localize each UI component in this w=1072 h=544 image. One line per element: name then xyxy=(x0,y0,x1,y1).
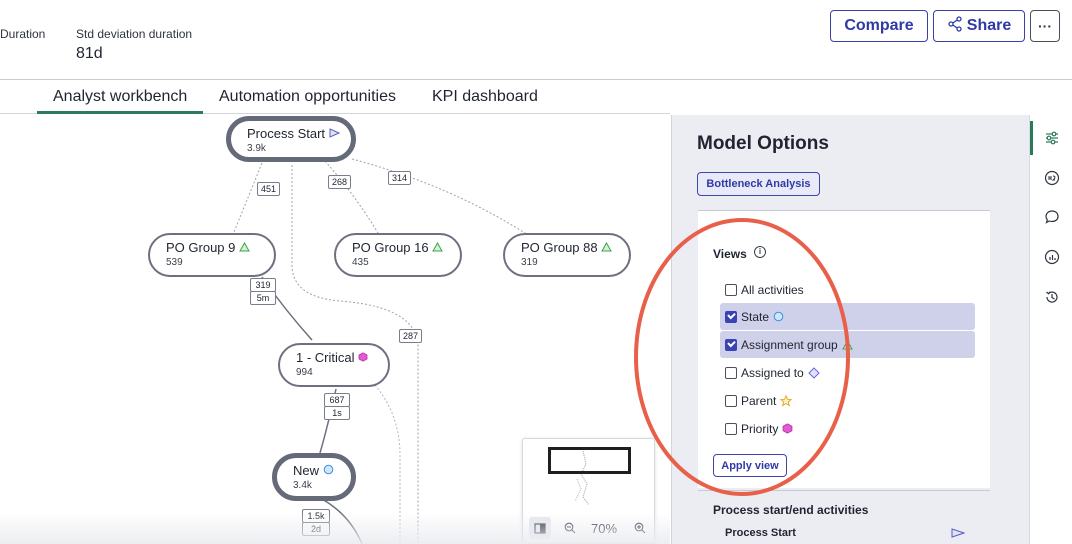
edge-label: 287 xyxy=(399,329,423,343)
stat-std-deviation-value: 81d xyxy=(76,45,103,62)
edge-start-po9 xyxy=(231,162,263,238)
comment-icon[interactable] xyxy=(1043,208,1061,226)
edge-label: 1s xyxy=(324,406,350,420)
tab-analyst-workbench[interactable]: Analyst workbench xyxy=(53,88,187,106)
data-badge-icon[interactable] xyxy=(1043,169,1061,187)
zoom-level: 70% xyxy=(591,520,618,536)
header-bar: Duration Std deviation duration 81d Comp… xyxy=(0,0,1072,80)
share-label: Share xyxy=(966,17,1012,34)
node-title: PO Group 16 xyxy=(352,240,429,255)
zoom-in-icon[interactable] xyxy=(631,522,649,534)
minimap-viewport[interactable] xyxy=(548,447,631,474)
graph-node-po-group-88[interactable]: PO Group 88 319 xyxy=(503,233,631,277)
play-triangle-icon xyxy=(329,126,340,141)
share-icon xyxy=(947,15,963,37)
active-rail-indicator xyxy=(1030,121,1033,155)
graph-node-new[interactable]: New 3.4k xyxy=(272,453,356,501)
active-tab-indicator xyxy=(37,111,203,114)
minimap-controls: 70% xyxy=(523,511,656,544)
play-triangle-icon xyxy=(951,525,966,543)
blue-circle-icon xyxy=(323,463,334,478)
right-icon-rail xyxy=(1029,115,1072,544)
tab-kpi-dashboard[interactable]: KPI dashboard xyxy=(432,88,538,106)
node-count: 435 xyxy=(352,257,369,268)
compare-button[interactable]: Compare xyxy=(830,10,928,42)
edge-label: 268 xyxy=(328,175,352,189)
panel-title: Model Options xyxy=(697,133,829,154)
sliders-icon[interactable] xyxy=(1043,129,1061,147)
node-title: New xyxy=(293,463,320,478)
graph-node-process-start[interactable]: Process Start 3.9k xyxy=(226,116,356,162)
node-title: Process Start xyxy=(247,126,326,141)
share-button[interactable]: Share xyxy=(933,10,1025,42)
zoom-out-icon[interactable] xyxy=(561,522,579,534)
node-count: 3.4k xyxy=(293,480,312,491)
process-graph-canvas[interactable]: Process Start 3.9k PO Group 9 539 PO Gro… xyxy=(0,115,670,544)
bottleneck-analysis-button[interactable]: Bottleneck Analysis xyxy=(697,172,820,196)
graph-node-po-group-16[interactable]: PO Group 16 435 xyxy=(334,233,462,277)
green-triangle-icon xyxy=(601,240,613,255)
node-count: 994 xyxy=(296,367,313,378)
node-title: PO Group 88 xyxy=(521,240,598,255)
gauge-icon[interactable] xyxy=(1043,248,1061,266)
panel-toggle-icon[interactable] xyxy=(529,517,551,539)
edge-critical-down xyxy=(374,384,401,544)
tab-automation-opportunities[interactable]: Automation opportunities xyxy=(219,88,396,106)
edge-start-po88 xyxy=(351,158,529,236)
edge-label: 314 xyxy=(388,171,412,185)
stat-duration-label: Duration xyxy=(0,27,46,41)
green-triangle-icon xyxy=(432,240,444,255)
edge-label: 2d xyxy=(302,522,330,536)
more-options-button[interactable]: ··· xyxy=(1030,10,1060,42)
node-count: 539 xyxy=(166,257,183,268)
stat-std-deviation-label: Std deviation duration xyxy=(76,27,193,41)
edge-start-po16 xyxy=(324,160,379,234)
node-count: 319 xyxy=(521,257,538,268)
tab-bar: Analyst workbench Automation opportuniti… xyxy=(0,81,670,114)
graph-node-1-critical[interactable]: 1 - Critical 994 xyxy=(278,343,390,387)
process-start-item[interactable]: Process Start xyxy=(725,527,796,536)
pink-hexagon-icon xyxy=(358,350,368,365)
graph-node-po-group-9[interactable]: PO Group 9 539 xyxy=(148,233,276,277)
node-count: 3.9k xyxy=(247,143,266,154)
process-start-end-title: Process start/end activities xyxy=(713,503,869,517)
green-triangle-icon xyxy=(239,240,250,255)
node-title: 1 - Critical xyxy=(296,350,355,365)
edge-label: 319 xyxy=(250,278,276,292)
highlight-ellipse xyxy=(634,218,850,496)
edge-label: 687 xyxy=(324,393,350,407)
edge-label: 1.5k xyxy=(302,509,330,523)
node-title: PO Group 9 xyxy=(166,240,236,255)
edge-label: 5m xyxy=(250,291,276,305)
edge-label: 451 xyxy=(257,182,281,196)
history-icon[interactable] xyxy=(1043,288,1061,306)
